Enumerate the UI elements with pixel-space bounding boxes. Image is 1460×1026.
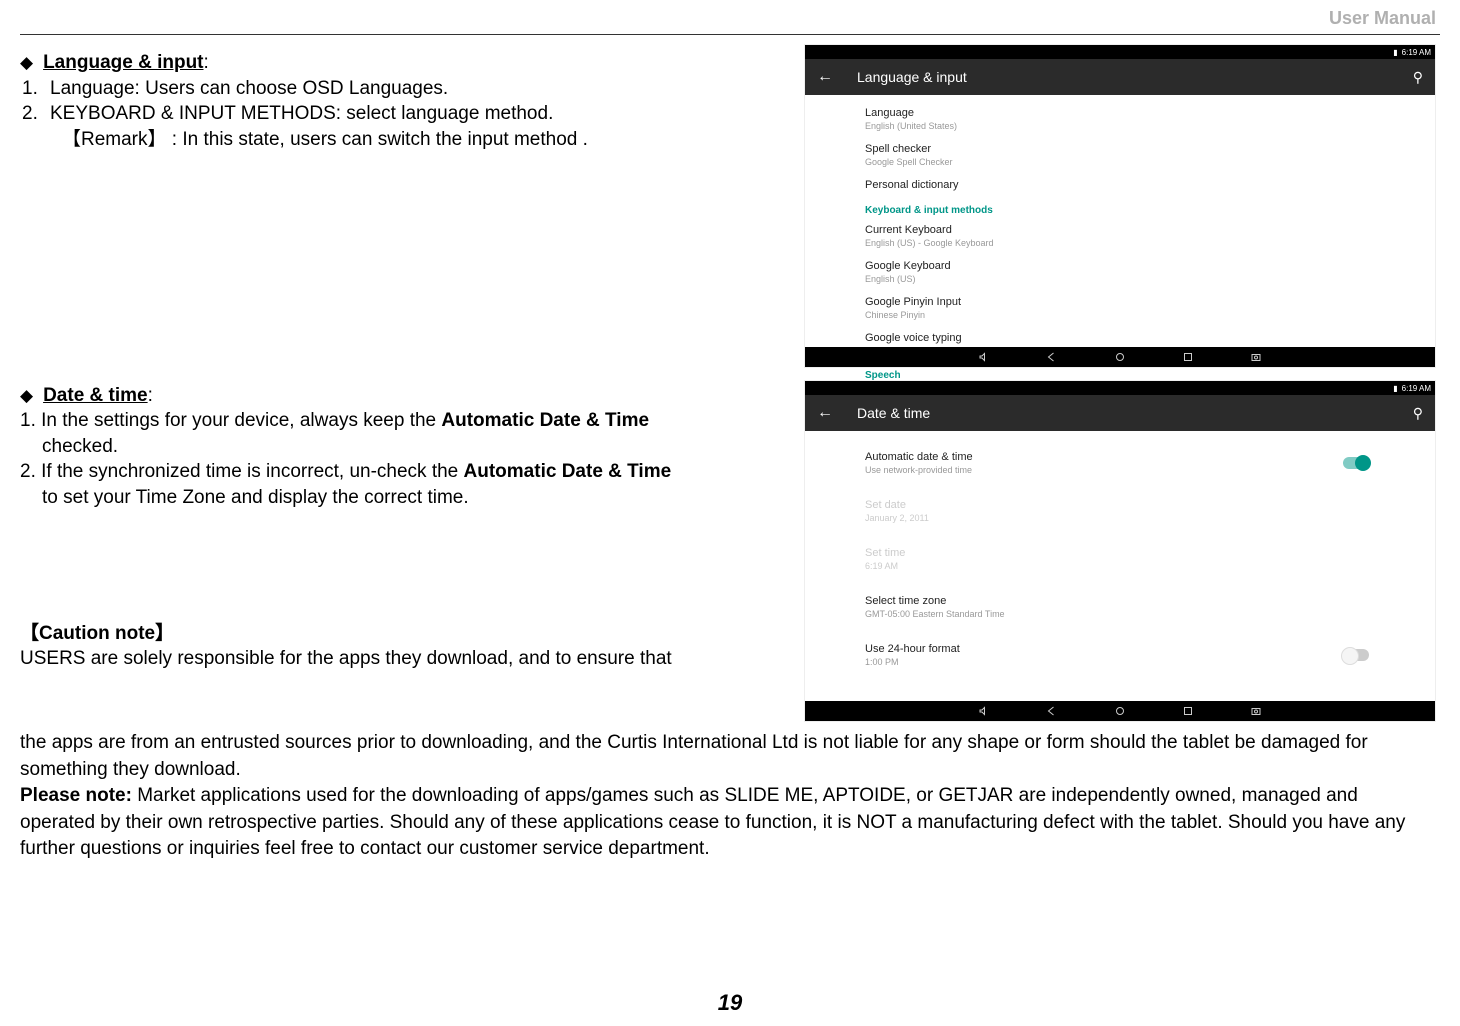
list-text: 2. If the synchronized time is incorrect… — [20, 461, 464, 482]
header-divider — [20, 34, 1440, 35]
setting-title: Google Pinyin Input — [865, 296, 1375, 308]
setting-subtitle: Chinese Pinyin — [865, 310, 1375, 320]
android-nav-bar — [805, 701, 1435, 721]
date-item-2-cont: to set your Time Zone and display the co… — [20, 485, 780, 511]
setting-title: Current Keyboard — [865, 224, 1375, 236]
settings-list-item[interactable]: Google Keyboard English (US) — [865, 254, 1375, 290]
settings-list: Automatic date & time Use network-provide… — [805, 431, 1435, 687]
setting-subtitle: English (US) - Google Keyboard — [865, 238, 1375, 248]
screenshot-icon[interactable] — [1250, 351, 1262, 363]
setting-title: Google voice typing — [865, 332, 1375, 344]
colon: : — [148, 385, 153, 406]
back-arrow-icon[interactable]: ← — [817, 68, 833, 86]
caution-body: the apps are from an entrusted sources p… — [20, 730, 1436, 863]
setting-title: Automatic date & time — [865, 451, 1375, 463]
settings-list-item[interactable]: Select time zone GMT-05:00 Eastern Standa… — [865, 583, 1375, 631]
caution-line1: USERS are solely responsible for the app… — [20, 646, 780, 672]
nav-home-icon[interactable] — [1114, 351, 1126, 363]
android-nav-bar — [805, 347, 1435, 367]
list-number: 2. — [22, 101, 44, 127]
setting-subtitle: GMT-05:00 Eastern Standard Time — [865, 609, 1375, 619]
settings-list-item[interactable]: Use 24-hour format 1:00 PM — [865, 631, 1375, 679]
nav-recent-icon[interactable] — [1182, 351, 1194, 363]
setting-title: Use 24-hour format — [865, 643, 1375, 655]
left-text-column: ◆ Language & input: 1. Language: Users c… — [20, 50, 780, 672]
screenshot-icon[interactable] — [1250, 705, 1262, 717]
header-label: User Manual — [1329, 8, 1436, 29]
nav-back-icon[interactable] — [1046, 705, 1058, 717]
setting-title: Set date — [865, 499, 1375, 511]
lang-item-2: 2. KEYBOARD & INPUT METHODS: select lang… — [20, 101, 780, 127]
diamond-bullet-icon: ◆ — [20, 52, 33, 75]
section-language-heading: ◆ Language & input: — [20, 50, 780, 76]
screenshot-language-input: ▮ 6:19 AM ← Language & input ⚲ Language E… — [804, 44, 1436, 368]
nav-back-icon[interactable] — [1046, 351, 1058, 363]
setting-title: Personal dictionary — [865, 179, 1375, 191]
app-bar-title: Date & time — [857, 405, 930, 421]
battery-full-icon: ▮ — [1393, 48, 1397, 57]
section-date-heading: ◆ Date & time: — [20, 383, 780, 409]
diamond-bullet-icon: ◆ — [20, 385, 33, 408]
app-bar: ← Language & input ⚲ — [805, 59, 1435, 95]
search-icon[interactable]: ⚲ — [1413, 69, 1423, 86]
setting-title: Select time zone — [865, 595, 1375, 607]
colon: : — [204, 52, 209, 73]
settings-list-item: Set time 6:19 AM — [865, 535, 1375, 583]
back-arrow-icon[interactable]: ← — [817, 404, 833, 422]
nav-recent-icon[interactable] — [1182, 705, 1194, 717]
list-text: 1. In the settings for your device, alwa… — [20, 410, 441, 431]
caution-para-a: the apps are from an entrusted sources p… — [20, 732, 1368, 780]
bold-term: Automatic Date & Time — [441, 410, 649, 431]
toggle-switch[interactable] — [1343, 649, 1369, 661]
status-time: 6:19 AM — [1402, 384, 1431, 393]
page-number: 19 — [718, 990, 742, 1016]
volume-icon[interactable] — [978, 351, 990, 363]
section-date-title: Date & time — [43, 385, 148, 406]
app-bar: ← Date & time ⚲ — [805, 395, 1435, 431]
setting-title: Set time — [865, 547, 1375, 559]
please-note-label: Please note: — [20, 785, 132, 806]
caution-title: 【Caution note】 — [20, 621, 780, 647]
nav-home-icon[interactable] — [1114, 705, 1126, 717]
section-language-title: Language & input — [43, 52, 203, 73]
setting-subtitle: Google Spell Checker — [865, 157, 1375, 167]
settings-list-item[interactable]: Language English (United States) — [865, 101, 1375, 137]
list-number: 1. — [22, 76, 44, 102]
screenshot-date-time: ▮ 6:19 AM ← Date & time ⚲ Automatic date… — [804, 380, 1436, 722]
date-item-2: 2. If the synchronized time is incorrect… — [20, 459, 780, 485]
settings-list-item[interactable]: Personal dictionary — [865, 173, 1375, 197]
setting-subtitle: January 2, 2011 — [865, 513, 1375, 523]
settings-list-item[interactable]: Spell checker Google Spell Checker — [865, 137, 1375, 173]
volume-icon[interactable] — [978, 705, 990, 717]
date-item-1: 1. In the settings for your device, alwa… — [20, 408, 780, 434]
settings-list-item[interactable]: Automatic date & time Use network-provide… — [865, 439, 1375, 487]
setting-subtitle: Use network-provided time — [865, 465, 1375, 475]
list-text: KEYBOARD & INPUT METHODS: select languag… — [50, 101, 553, 127]
setting-title: Spell checker — [865, 143, 1375, 155]
setting-title: Google Keyboard — [865, 260, 1375, 272]
settings-category: Keyboard & input methods — [865, 197, 1375, 218]
setting-subtitle: 1:00 PM — [865, 657, 1375, 667]
lang-remark: 【Remark】 : In this state, users can swit… — [62, 127, 780, 153]
setting-subtitle: English (United States) — [865, 121, 1375, 131]
setting-title: Language — [865, 107, 1375, 119]
list-text: Language: Users can choose OSD Languages… — [50, 76, 448, 102]
settings-list-item[interactable]: Current Keyboard English (US) - Google Ke… — [865, 218, 1375, 254]
lang-item-1: 1. Language: Users can choose OSD Langua… — [20, 76, 780, 102]
android-status-bar: ▮ 6:19 AM — [805, 45, 1435, 59]
bold-term: Automatic Date & Time — [464, 461, 672, 482]
search-icon[interactable]: ⚲ — [1413, 405, 1423, 422]
status-time: 6:19 AM — [1402, 48, 1431, 57]
battery-full-icon: ▮ — [1393, 384, 1397, 393]
settings-list-item[interactable]: Google Pinyin Input Chinese Pinyin — [865, 290, 1375, 326]
date-item-1-cont: checked. — [20, 434, 780, 460]
setting-subtitle: 6:19 AM — [865, 561, 1375, 571]
app-bar-title: Language & input — [857, 69, 967, 85]
settings-list-item: Set date January 2, 2011 — [865, 487, 1375, 535]
toggle-switch[interactable] — [1343, 457, 1369, 469]
setting-subtitle: English (US) — [865, 274, 1375, 284]
android-status-bar: ▮ 6:19 AM — [805, 381, 1435, 395]
please-note-text: Market applications used for the downloa… — [20, 785, 1405, 859]
